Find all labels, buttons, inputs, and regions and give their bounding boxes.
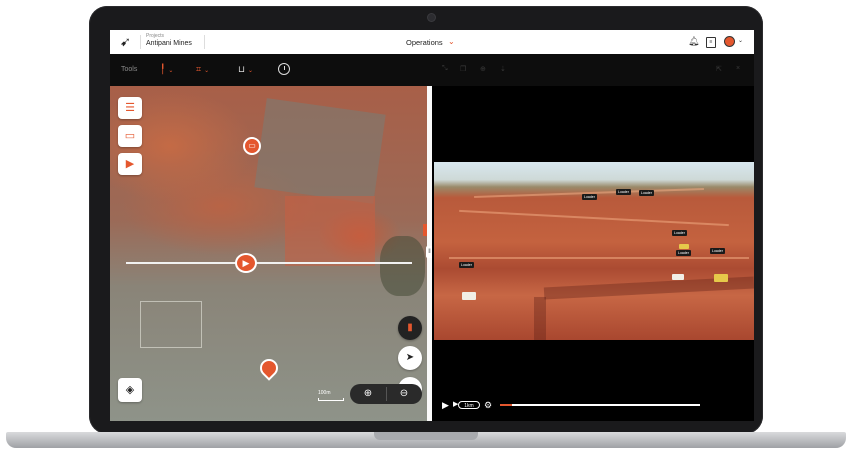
chevron-down-icon: ⌄ [168, 68, 174, 74]
play-button[interactable]: ▶ [442, 400, 449, 410]
excavator [714, 274, 728, 282]
bar-chart-icon: ▮ [407, 322, 413, 333]
sliders-icon: ☰ [125, 102, 135, 114]
zoom-in-button[interactable]: ⊕ [350, 384, 386, 404]
equipment-tag[interactable]: Loader [676, 250, 691, 256]
equipment-tag[interactable]: Loader [459, 262, 474, 268]
location-marker[interactable] [256, 355, 282, 381]
share-icon[interactable]: ⇱ [716, 65, 722, 73]
transect-line[interactable] [126, 262, 412, 264]
chevron-down-icon[interactable]: ⌄ [448, 37, 455, 46]
comments-button[interactable]: ▭ [118, 125, 142, 147]
layers-icon: ◈ [125, 384, 135, 396]
video-player: Loader Loader Loader Loader Loader Loade… [432, 86, 754, 421]
settings-button[interactable]: ⚙ [484, 400, 492, 410]
equipment-tag[interactable]: Loader [616, 189, 631, 195]
bell-icon[interactable]: 🔔︎ [688, 36, 699, 47]
excavator [679, 244, 689, 249]
equipment-tag[interactable]: Loader [582, 194, 597, 200]
frame-tool-icon: ⌗ [196, 64, 202, 74]
avatar[interactable] [724, 36, 735, 47]
haul-truck [672, 274, 684, 280]
cursor-icon: ➤ [405, 352, 415, 363]
satellite-map[interactable]: ☰ ▭ ▶ ▭ ▶ ▮ ➤ ▲ ◈ 100m ⊕ ⊖ [110, 86, 427, 421]
ruler-tool-button[interactable]: ⊔ ⌄ [238, 63, 253, 75]
map-texture [285, 196, 375, 266]
pin-tool-button[interactable]: ╿ ⌄ [160, 63, 173, 75]
tools-label: Tools [121, 66, 138, 73]
playback-speed[interactable]: 1km [458, 401, 480, 409]
video-frame[interactable]: Loader Loader Loader Loader Loader Loade… [434, 162, 754, 340]
chevron-down-icon: ⌄ [248, 68, 254, 74]
pit-bench [459, 209, 729, 227]
zoom-in-icon: ⊕ [363, 388, 373, 399]
progress-fill [500, 404, 512, 406]
bird-logo-icon[interactable]: ➹ [120, 35, 134, 49]
download-icon[interactable]: ⇣ [500, 65, 506, 73]
play-icon: ▶ [242, 258, 250, 268]
scale-bar [318, 398, 344, 401]
filter-button[interactable]: ☰ [118, 97, 142, 119]
comment-marker[interactable]: ▭ [243, 137, 261, 155]
equipment-tag[interactable]: Loader [710, 248, 725, 254]
clock-icon[interactable] [278, 63, 290, 75]
play-box-icon: ▶ [125, 158, 135, 170]
chart-button[interactable]: ▮ [398, 316, 422, 340]
camera [428, 14, 435, 21]
frame-tool-button[interactable]: ⌗ ⌄ [196, 63, 209, 75]
copy-icon[interactable]: ❐ [460, 65, 466, 73]
split-indicator [423, 224, 427, 236]
crop-icon[interactable]: ⤡ [442, 65, 448, 73]
haul-truck [462, 292, 476, 300]
layers-button[interactable]: ◈ [118, 378, 142, 402]
comment-icon: ▭ [248, 141, 256, 150]
play-icon: ▶ [442, 400, 449, 410]
zoom-out-button[interactable]: ⊖ [386, 384, 422, 404]
media-button[interactable]: ▶ [118, 153, 142, 175]
equipment-tag[interactable]: Loader [672, 230, 687, 236]
zoom-out-icon: ⊖ [399, 388, 409, 399]
zoom-controls: ⊕ ⊖ [350, 384, 422, 404]
gear-icon: ⚙ [484, 400, 493, 410]
map-texture [254, 98, 386, 204]
chevron-down-icon[interactable]: ⌄ [738, 37, 743, 44]
pin-tool-icon: ╿ [160, 64, 166, 74]
chevron-down-icon: ⌄ [204, 68, 210, 74]
scale-label: 100m [318, 390, 331, 396]
project-label: Projects [146, 33, 165, 39]
pit-bench [449, 257, 749, 259]
tools-bar: Tools ╿ ⌄ ⌗ ⌄ ⊔ ⌄ ⤡ ❐ ⊕ ⇣ ⇱ × [110, 54, 754, 86]
project-name[interactable]: Antipani Mines [146, 40, 192, 47]
video-progress-bar[interactable] [500, 404, 700, 406]
document-icon[interactable]: ≡ [706, 37, 716, 48]
close-icon[interactable]: × [736, 65, 740, 72]
comment-icon: ▭ [124, 130, 136, 142]
divider [204, 35, 205, 49]
select-button[interactable]: ➤ [398, 346, 422, 370]
view-selector[interactable]: Operations [406, 38, 443, 47]
map-texture [140, 301, 202, 348]
divider [140, 35, 141, 49]
pit-shadow [534, 297, 546, 340]
ruler-tool-icon: ⊔ [238, 64, 246, 74]
map-texture [380, 236, 425, 296]
zoom-icon[interactable]: ⊕ [480, 65, 486, 73]
equipment-tag[interactable]: Loader [639, 190, 654, 196]
app-screen: ➹ Projects Antipani Mines Operations ⌄ 🔔… [110, 30, 754, 421]
top-bar: ➹ Projects Antipani Mines Operations ⌄ 🔔… [110, 30, 754, 54]
video-position-marker[interactable]: ▶ [235, 253, 257, 273]
laptop-notch [374, 432, 478, 440]
